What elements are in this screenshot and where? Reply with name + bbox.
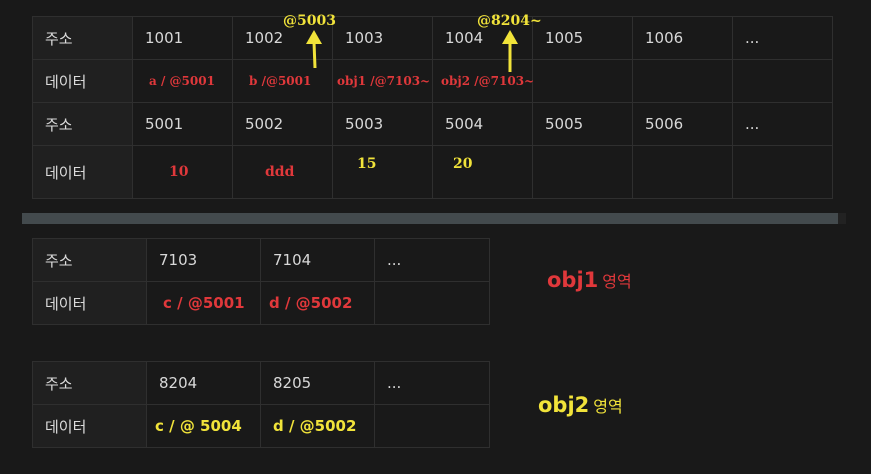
address-cell: 7104 — [260, 238, 375, 282]
table-row: 데이터 c / @ 5004 d / @5002 — [32, 404, 490, 448]
table-row: 주소 7103 7104 ... — [32, 238, 490, 282]
row-header: 주소 — [32, 238, 147, 282]
address-cell: 5002 — [232, 102, 333, 146]
row-header: 데이터 — [32, 59, 133, 103]
section-divider-end — [838, 213, 846, 224]
data-cell: 10 — [132, 145, 233, 199]
data-cell — [532, 59, 633, 103]
data-cell — [732, 145, 833, 199]
data-cell: ddd — [232, 145, 333, 199]
obj1-memory-table: 주소 7103 7104 ... 데이터 c / @5001 d / @5002 — [32, 238, 490, 325]
row-header: 주소 — [32, 16, 133, 60]
data-cell — [374, 404, 490, 448]
data-cell: obj1 /@7103~ — [332, 59, 433, 103]
data-cell: d / @5002 — [260, 404, 375, 448]
pointer-label-5003: @5003 — [283, 13, 336, 29]
address-cell: 1001 — [132, 16, 233, 60]
table-row: 주소 5001 5002 5003 5004 5005 5006 ... — [32, 102, 833, 146]
address-cell: 5001 — [132, 102, 233, 146]
data-cell — [732, 59, 833, 103]
row-header: 데이터 — [32, 145, 133, 199]
arrow-up-icon — [306, 30, 322, 69]
table-row: 데이터 10 ddd 15 20 — [32, 145, 833, 199]
address-cell: ... — [732, 16, 833, 60]
address-cell: 8205 — [260, 361, 375, 405]
address-cell: ... — [374, 238, 490, 282]
obj1-region-suffix: 영역 — [602, 272, 632, 291]
obj2-region-suffix: 영역 — [593, 397, 623, 416]
data-cell: 20 — [432, 145, 533, 199]
table-row: 주소 1001 1002 1003 1004 1005 1006 ... — [32, 16, 833, 60]
pointer-label-8204: @8204~ — [477, 13, 542, 29]
obj2-memory-table: 주소 8204 8205 ... 데이터 c / @ 5004 d / @500… — [32, 361, 490, 448]
memory-table: 주소 1001 1002 1003 1004 1005 1006 ... 데이터… — [32, 16, 833, 199]
address-cell: 1005 — [532, 16, 633, 60]
address-cell: 5004 — [432, 102, 533, 146]
data-cell: c / @ 5004 — [146, 404, 261, 448]
obj1-region-name: obj1 — [547, 268, 599, 292]
row-header: 주소 — [32, 361, 147, 405]
data-cell: c / @5001 — [146, 281, 261, 325]
data-cell: 15 — [332, 145, 433, 199]
address-cell: 5003 — [332, 102, 433, 146]
data-cell — [374, 281, 490, 325]
table-row: 데이터 a / @5001 b /@5001 obj1 /@7103~ obj2… — [32, 59, 833, 103]
address-cell: 5005 — [532, 102, 633, 146]
row-header: 데이터 — [32, 404, 147, 448]
address-cell: 1006 — [632, 16, 733, 60]
table-row: 주소 8204 8205 ... — [32, 361, 490, 405]
address-cell: 1003 — [332, 16, 433, 60]
table-row: 데이터 c / @5001 d / @5002 — [32, 281, 490, 325]
data-cell: d / @5002 — [260, 281, 375, 325]
obj1-region-label: obj1 영역 — [547, 268, 632, 292]
arrow-up-icon — [502, 30, 518, 72]
address-cell: ... — [732, 102, 833, 146]
data-cell — [632, 145, 733, 199]
address-cell: 7103 — [146, 238, 261, 282]
data-cell — [632, 59, 733, 103]
address-cell: 5006 — [632, 102, 733, 146]
obj2-region-name: obj2 — [538, 393, 590, 417]
row-header: 주소 — [32, 102, 133, 146]
address-cell: 8204 — [146, 361, 261, 405]
obj2-region-label: obj2 영역 — [538, 393, 623, 417]
row-header: 데이터 — [32, 281, 147, 325]
data-cell: a / @5001 — [132, 59, 233, 103]
data-cell — [532, 145, 633, 199]
address-cell: ... — [374, 361, 490, 405]
section-divider — [22, 213, 838, 224]
